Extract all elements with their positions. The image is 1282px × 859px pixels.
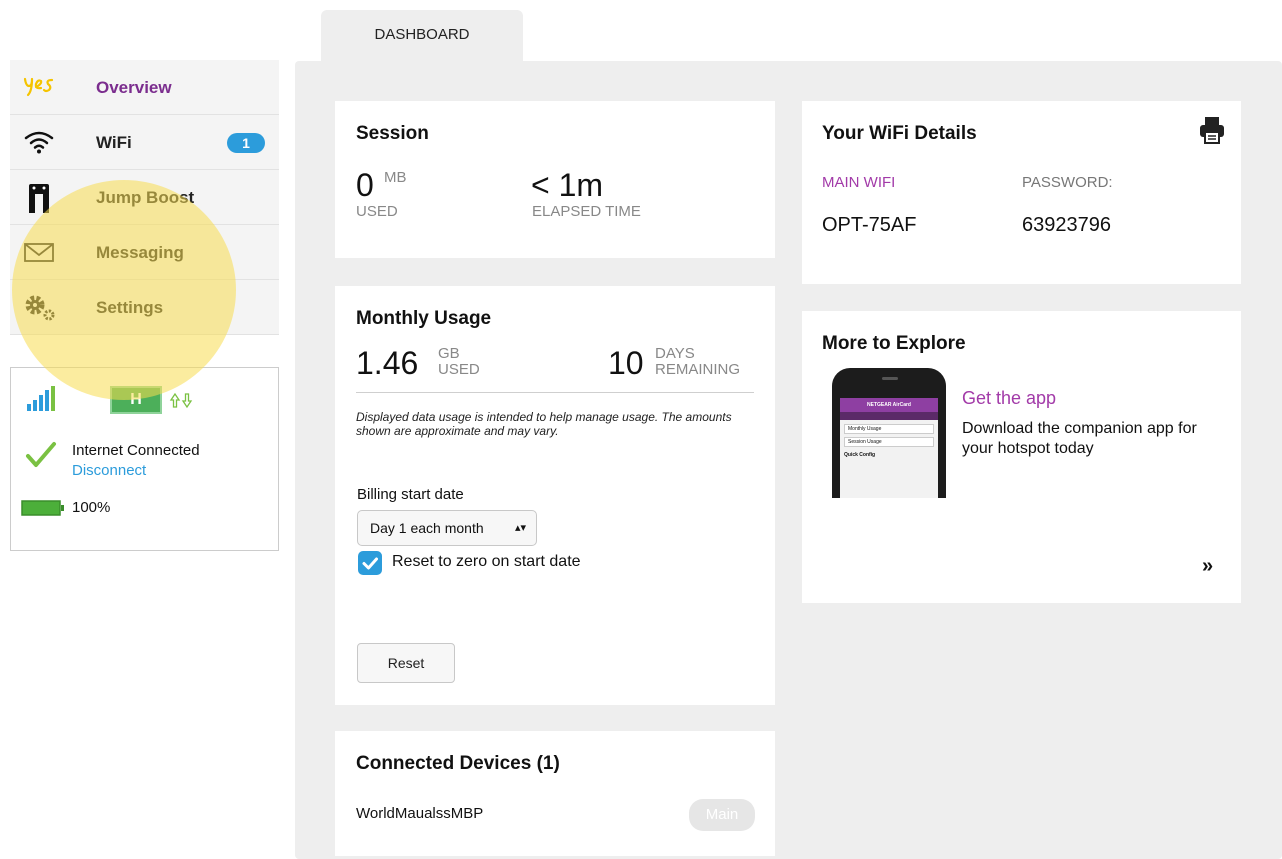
sidebar-item-messaging[interactable]: Messaging bbox=[10, 225, 279, 280]
explore-more-link[interactable]: » bbox=[1202, 555, 1213, 578]
sidebar-item-label: Overview bbox=[96, 78, 172, 97]
wifi-password-value: 63923796 bbox=[1022, 214, 1111, 236]
session-elapsed-value: < 1m bbox=[531, 167, 604, 203]
signal-strength-icon bbox=[26, 386, 58, 417]
gears-icon bbox=[22, 291, 58, 323]
connection-status-text: Internet Connected bbox=[72, 442, 200, 459]
app-description: Download the companion app for your hots… bbox=[962, 420, 1197, 457]
wifi-details-card: Your WiFi Details MAIN WIFI PASSWORD: OP… bbox=[802, 101, 1241, 284]
sidebar-item-label: Jump Boost bbox=[96, 188, 195, 207]
device-main-tag: Main bbox=[689, 799, 755, 831]
phone-app-header: NETGEAR AirCard bbox=[840, 398, 938, 412]
sidebar-item-label: Messaging bbox=[96, 243, 184, 262]
sidebar-item-label: Settings bbox=[96, 298, 164, 317]
yes-logo-icon bbox=[22, 71, 58, 103]
tab-dashboard[interactable]: DASHBOARD bbox=[321, 10, 523, 62]
monthly-used-label: USED bbox=[438, 361, 480, 378]
sidebar-item-wifi[interactable]: WiFi 1 bbox=[10, 115, 279, 170]
wifi-details-title: Your WiFi Details bbox=[822, 123, 977, 144]
explore-title: More to Explore bbox=[822, 333, 966, 354]
select-arrows-icon: ▴▾ bbox=[514, 522, 526, 534]
session-elapsed-label: ELAPSED TIME bbox=[532, 203, 641, 220]
dashboard-panel: Session 0 MB USED < 1m ELAPSED TIME Your… bbox=[295, 61, 1282, 859]
phone-row-2: Session Usage bbox=[844, 437, 934, 447]
battery-percent: 100% bbox=[72, 499, 111, 516]
password-label: PASSWORD: bbox=[1022, 174, 1113, 191]
wifi-count-badge: 1 bbox=[227, 133, 265, 153]
connection-status-panel: H Internet Connected Disconnect 100% bbox=[10, 367, 279, 551]
session-used-unit: MB bbox=[384, 169, 407, 186]
usage-disclaimer: Displayed data usage is intended to help… bbox=[356, 410, 732, 438]
jump-boost-icon bbox=[22, 181, 58, 213]
billing-start-value: Day 1 each month bbox=[370, 520, 484, 536]
session-title: Session bbox=[356, 123, 429, 144]
printer-icon[interactable] bbox=[1197, 115, 1227, 145]
monthly-used-unit: GB bbox=[438, 345, 460, 362]
reset-zero-checkbox[interactable] bbox=[358, 551, 382, 575]
get-app-link[interactable]: Get the app bbox=[962, 388, 1056, 409]
phone-row-3: Quick Config bbox=[844, 452, 876, 458]
main-wifi-label: MAIN WIFI bbox=[822, 174, 896, 191]
sidebar: Overview WiFi 1 Jump Boost Messaging Set… bbox=[10, 60, 279, 335]
wifi-icon bbox=[22, 126, 58, 158]
sidebar-item-overview[interactable]: Overview bbox=[10, 60, 279, 115]
session-used-value: 0 bbox=[356, 167, 374, 203]
phone-image[interactable]: NETGEAR AirCard Monthly Usage Session Us… bbox=[832, 368, 946, 498]
device-row: WorldMaualssMBP Main bbox=[356, 799, 756, 831]
phone-row-1: Monthly Usage bbox=[844, 424, 934, 434]
explore-card: More to Explore NETGEAR AirCard Monthly … bbox=[802, 311, 1241, 603]
battery-icon bbox=[21, 499, 65, 522]
session-card: Session 0 MB USED < 1m ELAPSED TIME bbox=[335, 101, 775, 258]
sidebar-item-settings[interactable]: Settings bbox=[10, 280, 279, 335]
sidebar-item-label: WiFi bbox=[96, 133, 132, 152]
connected-check-icon bbox=[25, 440, 57, 475]
reset-zero-label: Reset to zero on start date bbox=[392, 553, 581, 570]
monthly-used-value: 1.46 bbox=[356, 345, 419, 381]
days-unit: DAYS bbox=[655, 345, 695, 362]
usage-divider bbox=[356, 392, 754, 393]
days-remaining-value: 10 bbox=[608, 345, 644, 381]
envelope-icon bbox=[22, 236, 58, 268]
billing-start-select[interactable]: Day 1 each month ▴▾ bbox=[357, 510, 537, 546]
monthly-usage-title: Monthly Usage bbox=[356, 308, 492, 329]
monthly-usage-card: Monthly Usage 1.46 GB USED 10 DAYS REMAI… bbox=[335, 286, 775, 705]
disconnect-link[interactable]: Disconnect bbox=[72, 462, 146, 479]
session-used-label: USED bbox=[356, 203, 398, 220]
wifi-network-name: OPT-75AF bbox=[822, 214, 917, 236]
data-transfer-arrows-icon bbox=[169, 391, 193, 416]
connected-devices-card: Connected Devices (1) WorldMaualssMBP Ma… bbox=[335, 731, 775, 856]
connected-devices-title: Connected Devices (1) bbox=[356, 753, 560, 774]
billing-start-label: Billing start date bbox=[357, 486, 464, 503]
days-remaining-label: REMAINING bbox=[655, 361, 741, 378]
reset-button[interactable]: Reset bbox=[357, 643, 455, 683]
device-name: WorldMaualssMBP bbox=[356, 805, 484, 822]
sidebar-item-jump-boost[interactable]: Jump Boost bbox=[10, 170, 279, 225]
network-type-badge: H bbox=[110, 386, 162, 414]
